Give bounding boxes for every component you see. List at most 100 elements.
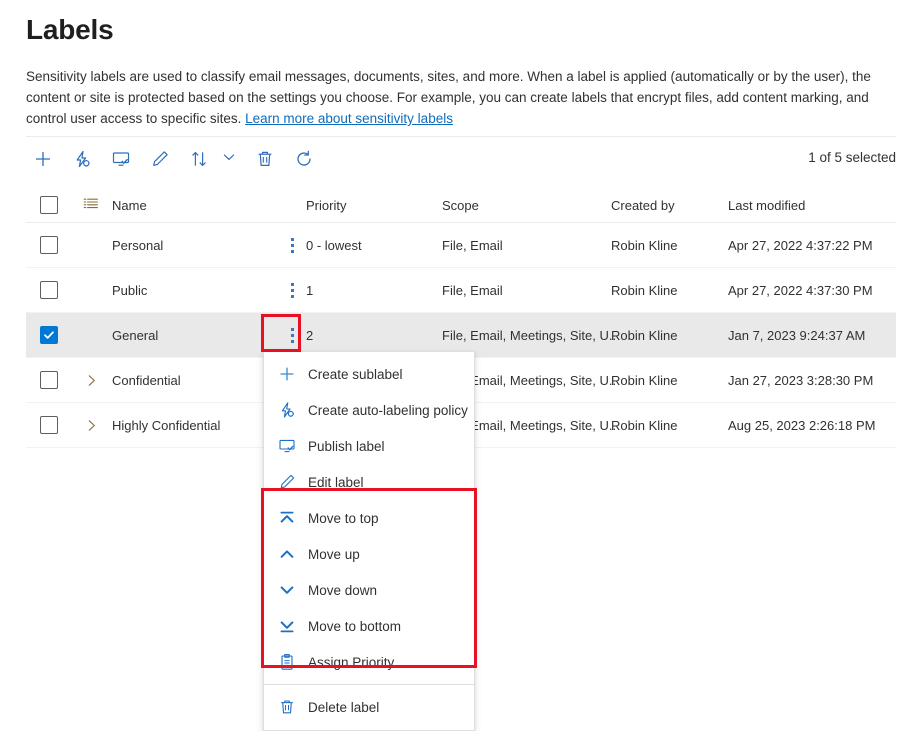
column-header-scope[interactable]: Scope xyxy=(442,188,617,222)
row-last-modified: Apr 27, 2022 4:37:22 PM xyxy=(728,223,896,267)
refresh-button[interactable] xyxy=(287,142,321,176)
trash-icon xyxy=(255,149,275,169)
menu-item-delete-label[interactable]: Delete label xyxy=(264,689,474,725)
column-options-cell[interactable] xyxy=(78,188,104,222)
menu-item-label: Create auto-labeling policy xyxy=(308,403,468,418)
table-header-row: Name Priority Scope Created by Last modi… xyxy=(26,188,896,223)
row-name: Public xyxy=(112,268,282,312)
command-bar: 1 of 5 selected xyxy=(26,142,896,184)
row-last-modified: Jan 7, 2023 9:24:37 AM xyxy=(728,313,896,357)
menu-item-move-down[interactable]: Move down xyxy=(264,572,474,608)
row-actions-ellipsis-icon[interactable] xyxy=(291,283,294,298)
column-header-name[interactable]: Name xyxy=(112,188,282,222)
row-created-by: Robin Kline xyxy=(611,358,721,402)
row-scope: File, Email xyxy=(442,223,617,267)
row-last-modified: Aug 25, 2023 2:26:18 PM xyxy=(728,403,896,447)
menu-item-move-to-top[interactable]: Move to top xyxy=(264,500,474,536)
move-to-bottom-icon xyxy=(276,617,298,635)
plus-icon xyxy=(33,149,53,169)
publish-labels-button[interactable] xyxy=(104,142,138,176)
menu-item-move-up[interactable]: Move up xyxy=(264,536,474,572)
move-up-icon xyxy=(276,545,298,563)
row-select-cell[interactable] xyxy=(40,358,70,402)
reorder-caret-button[interactable] xyxy=(218,142,240,176)
trash-icon xyxy=(276,698,298,716)
row-actions-ellipsis-icon[interactable] xyxy=(291,328,294,343)
row-actions-cell[interactable] xyxy=(278,268,306,312)
row-select-cell[interactable] xyxy=(40,223,70,267)
selection-status: 1 of 5 selected xyxy=(808,150,896,165)
menu-item-label: Move up xyxy=(308,547,360,562)
row-created-by: Robin Kline xyxy=(611,223,721,267)
header-divider xyxy=(26,136,896,137)
column-header-created-by[interactable]: Created by xyxy=(611,188,721,222)
menu-item-edit-label[interactable]: Edit label xyxy=(264,464,474,500)
row-created-by: Robin Kline xyxy=(611,403,721,447)
row-scope: File, Email xyxy=(442,268,617,312)
row-created-by: Robin Kline xyxy=(611,313,721,357)
menu-item-create-auto-labeling-policy[interactable]: Create auto-labeling policy xyxy=(264,392,474,428)
row-checkbox-checked[interactable] xyxy=(40,326,58,344)
row-checkbox[interactable] xyxy=(40,416,58,434)
reorder-arrows-icon xyxy=(189,149,209,169)
page-title: Labels xyxy=(26,14,114,46)
row-checkbox[interactable] xyxy=(40,371,58,389)
auto-labeling-icon xyxy=(276,401,298,419)
learn-more-link[interactable]: Learn more about sensitivity labels xyxy=(245,111,453,126)
row-checkbox[interactable] xyxy=(40,236,58,254)
row-priority: 1 xyxy=(306,268,436,312)
column-header-last-modified[interactable]: Last modified xyxy=(728,188,896,222)
row-last-modified: Apr 27, 2022 4:37:30 PM xyxy=(728,268,896,312)
row-select-cell[interactable] xyxy=(40,268,70,312)
menu-item-label: Assign Priority xyxy=(308,655,394,670)
table-row[interactable]: Public 1 File, Email Robin Kline Apr 27,… xyxy=(26,268,896,313)
column-header-priority[interactable]: Priority xyxy=(306,188,436,222)
row-name: Highly Confidential xyxy=(112,403,282,447)
chevron-right-icon[interactable] xyxy=(85,374,98,387)
edit-label-button[interactable] xyxy=(143,142,177,176)
row-name: Confidential xyxy=(112,358,282,402)
select-all-checkbox[interactable] xyxy=(40,196,58,214)
row-actions-cell[interactable] xyxy=(278,223,306,267)
menu-item-label: Publish label xyxy=(308,439,385,454)
table-row[interactable]: Personal 0 - lowest File, Email Robin Kl… xyxy=(26,223,896,268)
page-description: Sensitivity labels are used to classify … xyxy=(26,66,896,129)
publish-icon xyxy=(111,149,131,169)
menu-item-label: Move to bottom xyxy=(308,619,401,634)
row-created-by: Robin Kline xyxy=(611,268,721,312)
menu-item-move-to-bottom[interactable]: Move to bottom xyxy=(264,608,474,644)
row-expand-cell[interactable] xyxy=(78,403,104,447)
row-last-modified: Jan 27, 2023 3:28:30 PM xyxy=(728,358,896,402)
refresh-icon xyxy=(294,149,314,169)
move-down-icon xyxy=(276,581,298,599)
chevron-right-icon[interactable] xyxy=(85,419,98,432)
edit-pencil-icon xyxy=(276,473,298,491)
row-priority: 0 - lowest xyxy=(306,223,436,267)
menu-item-create-sublabel[interactable]: Create sublabel xyxy=(264,356,474,392)
plus-icon xyxy=(276,365,298,383)
menu-item-label: Edit label xyxy=(308,475,364,490)
row-select-cell[interactable] xyxy=(40,313,70,357)
menu-separator xyxy=(264,684,474,685)
menu-item-assign-priority[interactable]: Assign Priority xyxy=(264,644,474,680)
auto-labeling-button[interactable] xyxy=(65,142,99,176)
menu-item-label: Create sublabel xyxy=(308,367,403,382)
menu-item-publish-label[interactable]: Publish label xyxy=(264,428,474,464)
row-name: Personal xyxy=(112,223,282,267)
create-label-button[interactable] xyxy=(26,142,60,176)
row-checkbox[interactable] xyxy=(40,281,58,299)
reorder-button[interactable] xyxy=(182,142,216,176)
row-actions-ellipsis-icon[interactable] xyxy=(291,238,294,253)
select-all-cell[interactable] xyxy=(40,188,70,222)
auto-labeling-icon xyxy=(72,149,92,169)
clipboard-icon xyxy=(276,653,298,671)
menu-item-label: Move to top xyxy=(308,511,379,526)
row-expand-cell[interactable] xyxy=(78,358,104,402)
delete-label-button[interactable] xyxy=(248,142,282,176)
menu-item-label: Move down xyxy=(308,583,377,598)
edit-pencil-icon xyxy=(150,149,170,169)
row-select-cell[interactable] xyxy=(40,403,70,447)
publish-icon xyxy=(276,437,298,455)
list-view-icon xyxy=(83,196,99,215)
row-name: General xyxy=(112,313,282,357)
